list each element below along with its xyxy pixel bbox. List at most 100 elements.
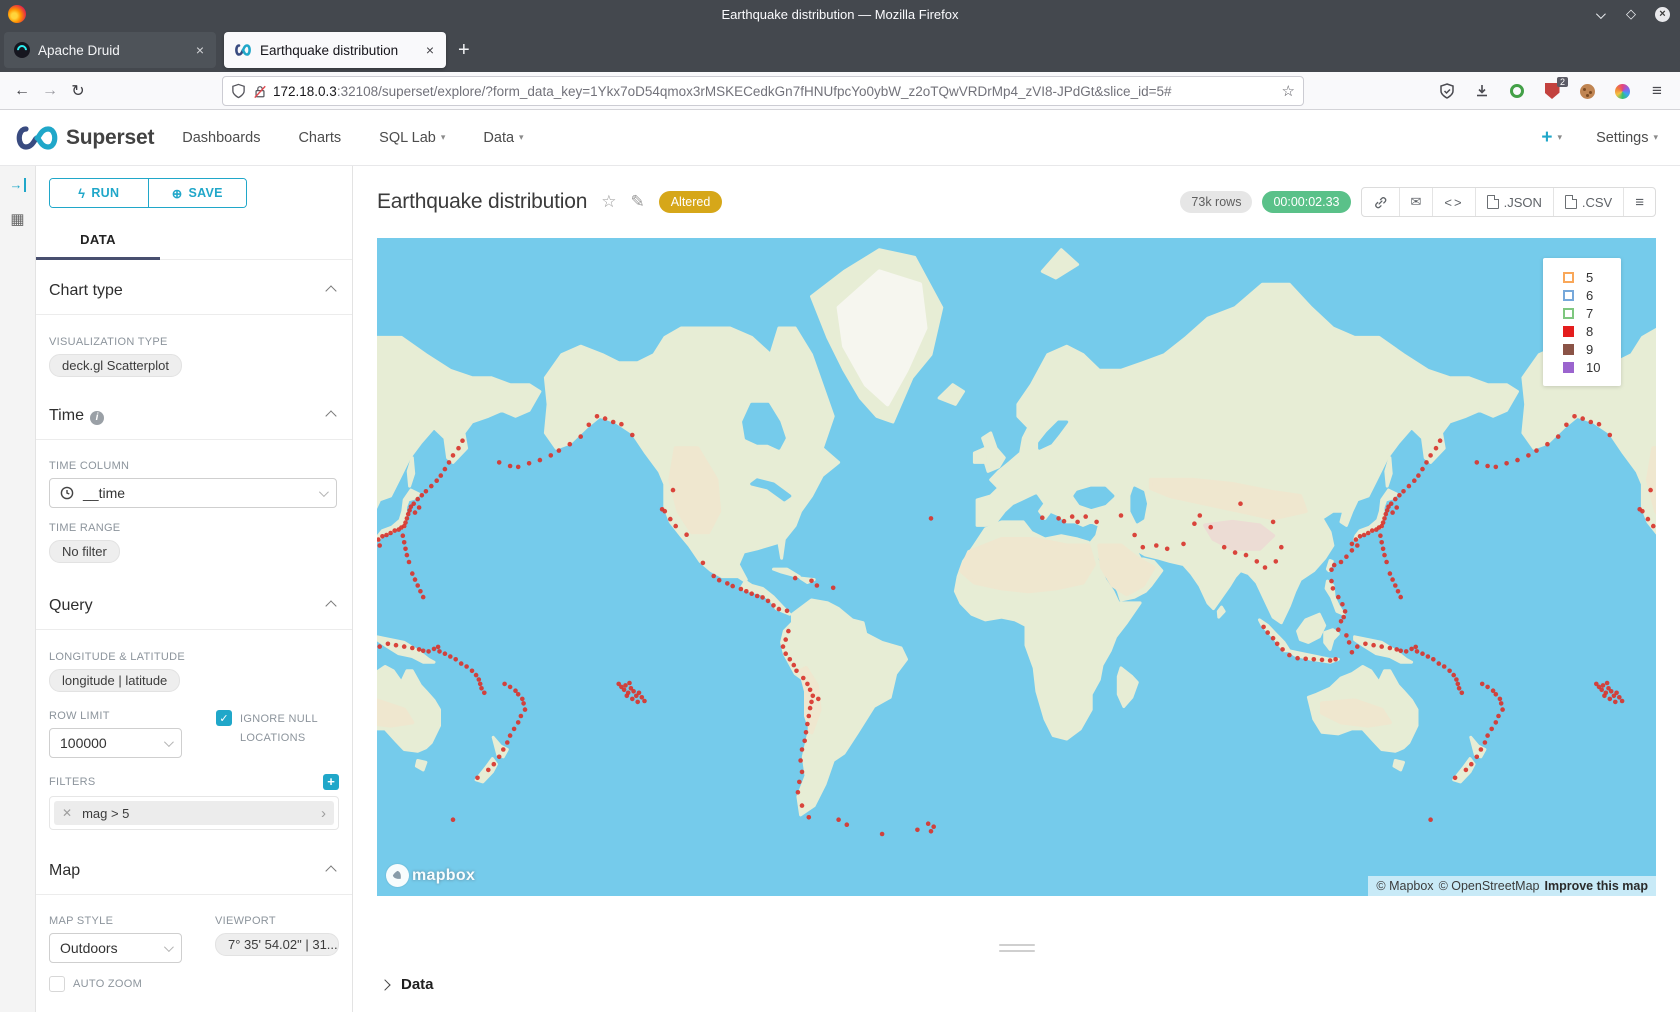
attribution-improve-link[interactable]: Improve this map (1545, 879, 1649, 893)
expand-datasource-icon[interactable]: → (10, 178, 26, 192)
add-filter-button[interactable]: + (323, 774, 339, 790)
legend-swatch (1563, 308, 1574, 319)
export-json-button[interactable]: .JSON (1475, 188, 1553, 216)
remove-filter-icon[interactable]: ✕ (62, 806, 72, 820)
nav-sql-lab[interactable]: SQL Lab▾ (379, 130, 445, 146)
browser-toolbar: ← → ↻ 172.18.0.3:32108/superset/explore/… (0, 72, 1680, 110)
chevron-down-icon: ▾ (519, 132, 524, 143)
legend-swatch (1563, 362, 1574, 373)
time-column-select[interactable]: __time (49, 478, 337, 508)
row-limit-select[interactable]: 100000 (49, 728, 182, 758)
insecure-lock-icon[interactable] (253, 84, 267, 99)
nav-charts[interactable]: Charts (298, 130, 341, 146)
back-button[interactable]: ← (8, 82, 36, 100)
tab-data[interactable]: DATA (36, 222, 160, 260)
link-icon (1373, 195, 1388, 210)
lonlat-label: LONGITUDE & LATITUDE (49, 651, 339, 663)
superset-logo[interactable]: Superset (14, 123, 154, 153)
extension-green-icon[interactable] (1508, 82, 1526, 100)
panel-drag-handle[interactable] (999, 944, 1035, 952)
close-window-icon[interactable]: × (1655, 7, 1670, 22)
map-style-select[interactable]: Outdoors (49, 933, 182, 963)
auto-zoom-checkbox[interactable] (49, 976, 65, 992)
favorite-star-icon[interactable]: ☆ (601, 192, 616, 212)
copy-link-button[interactable] (1362, 188, 1399, 216)
nav-dashboards[interactable]: Dashboards (182, 130, 260, 146)
attribution-mapbox[interactable]: © Mapbox (1376, 879, 1433, 893)
legend-item: 7 (1563, 304, 1621, 322)
tab-close-icon[interactable]: × (194, 42, 206, 58)
account-shield-icon[interactable] (1438, 82, 1456, 100)
settings-menu[interactable]: Settings▾ (1596, 130, 1658, 146)
legend-swatch (1563, 290, 1574, 301)
tab-close-icon[interactable]: × (424, 42, 436, 58)
chevron-up-icon (325, 285, 336, 296)
forward-button[interactable]: → (36, 82, 64, 100)
shield-icon[interactable] (231, 83, 246, 99)
lonlat-value[interactable]: longitude | latitude (49, 669, 180, 692)
world-map[interactable]: 5 6 7 8 9 10 mapbox © Mapbox © OpenStree… (377, 238, 1656, 896)
section-time[interactable]: Timei (49, 407, 339, 425)
legend-swatch (1563, 272, 1574, 283)
tab-earthquake-distribution[interactable]: Earthquake distribution × (224, 32, 446, 68)
maximize-icon[interactable]: ◇ (1623, 6, 1639, 22)
ignore-null-label: IGNORE NULL LOCATIONS (240, 710, 318, 747)
legend-swatch (1563, 326, 1574, 337)
mapbox-logo[interactable]: mapbox (386, 864, 475, 887)
legend-swatch (1563, 344, 1574, 355)
section-map[interactable]: Map (49, 862, 339, 880)
time-range-value[interactable]: No filter (49, 540, 120, 563)
dataset-grid-icon[interactable]: ▦ (10, 210, 24, 228)
menu-hamburger-icon[interactable]: ≡ (1648, 82, 1666, 100)
expand-filter-icon[interactable]: › (321, 805, 326, 822)
window-title: Earthquake distribution — Mozilla Firefo… (0, 7, 1680, 22)
ublock-icon[interactable]: 2 (1543, 82, 1561, 100)
superset-navbar: Superset Dashboards Charts SQL Lab▾ Data… (0, 110, 1680, 166)
brand-name: Superset (66, 126, 154, 150)
filter-chip[interactable]: ✕ mag > 5 › (54, 801, 334, 825)
time-range-label: TIME RANGE (49, 522, 339, 534)
export-toolbar: ✉ <> .JSON .CSV ≡ (1361, 187, 1657, 217)
url-bar[interactable]: 172.18.0.3:32108/superset/explore/?form_… (222, 76, 1304, 106)
viewport-value[interactable]: 7° 35' 54.02" | 31... (215, 933, 339, 956)
browser-titlebar: Earthquake distribution — Mozilla Firefo… (0, 0, 1680, 28)
time-column-label: TIME COLUMN (49, 460, 339, 472)
minimize-icon[interactable] (1591, 7, 1607, 22)
email-button[interactable]: ✉ (1399, 188, 1433, 216)
reload-button[interactable]: ↻ (64, 81, 92, 101)
downloads-icon[interactable] (1473, 82, 1491, 100)
url-text: 172.18.0.3:32108/superset/explore/?form_… (273, 84, 1276, 99)
run-save-group: ϟ RUN ⊕ SAVE (49, 178, 247, 208)
chevron-down-icon: ▾ (1558, 132, 1563, 143)
pinwheel-extension-icon[interactable] (1613, 82, 1631, 100)
add-new-button[interactable]: +▾ (1541, 127, 1562, 149)
legend-item: 5 (1563, 268, 1621, 286)
viz-type-label: VISUALIZATION TYPE (49, 336, 339, 348)
viz-type-value[interactable]: deck.gl Scatterplot (49, 354, 182, 377)
ignore-null-checkbox[interactable]: ✓ (216, 710, 232, 726)
chevron-down-icon (164, 737, 174, 747)
panel-tabs: DATA (36, 222, 352, 260)
more-options-button[interactable]: ≡ (1623, 188, 1655, 216)
cookie-extension-icon[interactable] (1578, 82, 1596, 100)
nav-data[interactable]: Data▾ (483, 130, 523, 146)
edit-properties-icon[interactable]: ✎ (630, 192, 644, 212)
row-count-badge: 73k rows (1180, 191, 1252, 213)
section-chart-type[interactable]: Chart type (49, 282, 339, 300)
data-section-toggle[interactable]: Data (381, 976, 1680, 993)
tab-apache-druid[interactable]: Apache Druid × (4, 32, 216, 68)
export-csv-button[interactable]: .CSV (1553, 188, 1623, 216)
hamburger-icon: ≡ (1635, 194, 1644, 211)
altered-badge[interactable]: Altered (659, 191, 723, 213)
run-button[interactable]: ϟ RUN (50, 179, 148, 207)
section-query[interactable]: Query (49, 597, 339, 615)
attribution-osm[interactable]: © OpenStreetMap (1439, 879, 1540, 893)
save-button[interactable]: ⊕ SAVE (148, 179, 247, 207)
chevron-up-icon (325, 410, 336, 421)
bookmark-star-icon[interactable]: ☆ (1282, 82, 1295, 100)
left-icon-rail: → ▦ (0, 166, 36, 1012)
embed-code-button[interactable]: <> (1432, 188, 1474, 216)
new-tab-button[interactable]: + (458, 39, 470, 62)
mapbox-compass-icon (386, 864, 409, 887)
superset-favicon-icon (234, 44, 252, 56)
